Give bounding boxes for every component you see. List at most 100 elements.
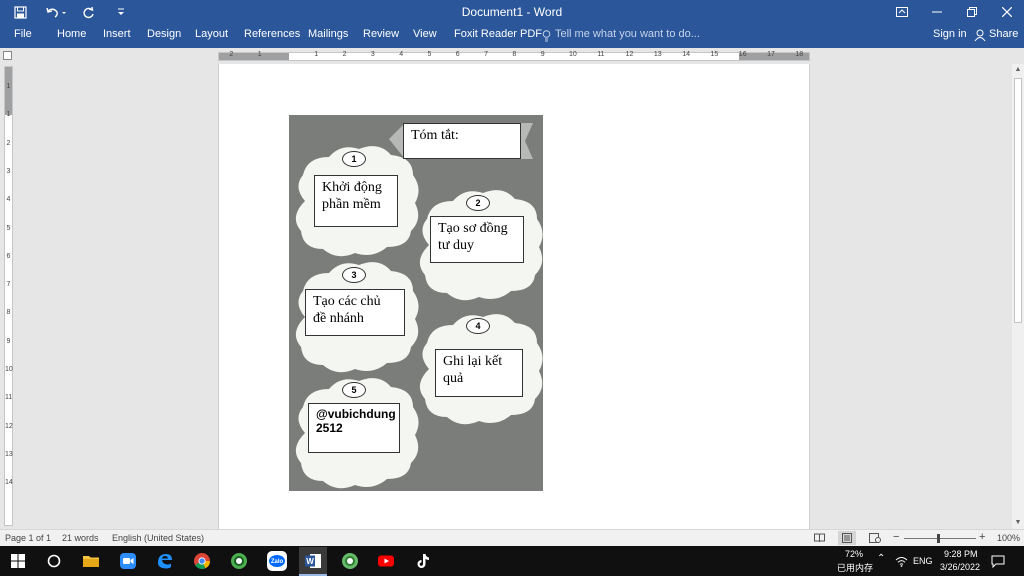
tab-view[interactable]: View xyxy=(413,28,437,40)
ruler-number: 18 xyxy=(795,51,804,58)
sign-in-link[interactable]: Sign in xyxy=(933,28,967,40)
ruler-number: 8 xyxy=(6,309,11,317)
tiktok-icon[interactable] xyxy=(414,552,432,570)
ruler-number: 14 xyxy=(682,51,690,58)
ruler-number: 15 xyxy=(710,51,719,58)
ribbon-display-options-icon[interactable] xyxy=(885,0,919,24)
ruler-number: 4 xyxy=(399,51,404,58)
tab-mailings[interactable]: Mailings xyxy=(308,28,348,40)
language-status[interactable]: English (United States) xyxy=(112,533,204,543)
tab-selector[interactable] xyxy=(3,51,12,60)
ruler-number: 5 xyxy=(6,224,11,232)
ruler-number: 2 xyxy=(342,51,347,58)
windows-start-icon[interactable] xyxy=(9,552,27,570)
restore-icon[interactable] xyxy=(955,0,989,24)
step-text-4: Ghi lại kết quả xyxy=(443,354,503,386)
ruler-number: 2 xyxy=(6,139,11,147)
ruler-number: 12 xyxy=(625,51,634,58)
horizontal-ruler[interactable]: 2 1 1 2 3 4 5 6 7 8 9 10 11 12 13 14 15 16 17 18 xyxy=(218,51,810,61)
chrome-browser-icon[interactable] xyxy=(193,552,211,570)
close-icon[interactable] xyxy=(990,0,1024,24)
zoom-app-icon[interactable] xyxy=(119,552,137,570)
title-bar: Document1 - Word xyxy=(0,0,1024,24)
tab-design[interactable]: Design xyxy=(147,28,181,40)
tab-file[interactable]: File xyxy=(14,28,32,40)
ruler-number: 8 xyxy=(512,51,517,58)
ruler-number: 9 xyxy=(6,337,11,345)
input-language[interactable]: ENG xyxy=(913,556,933,566)
step-badge-1: 1 xyxy=(342,151,366,167)
coccoc-browser-icon[interactable] xyxy=(230,552,248,570)
step-box-2[interactable]: Tạo sơ đồng tư duy xyxy=(430,216,524,263)
svg-text:Zalo: Zalo xyxy=(271,559,284,565)
word-count[interactable]: 21 words xyxy=(62,533,99,543)
step-box-3[interactable]: Tạo các chủ đề nhánh xyxy=(305,289,405,336)
tab-layout[interactable]: Layout xyxy=(195,28,228,40)
word-app-icon: W xyxy=(305,554,321,568)
mind-map-diagram[interactable]: Tóm tắt: 1 Khởi động phần mềm 2 Tạo sơ đ… xyxy=(289,115,543,491)
print-layout-icon xyxy=(842,533,852,543)
chevron-up-icon[interactable]: ⌃ xyxy=(877,553,885,564)
ruler-number: 17 xyxy=(767,51,775,58)
ruler-number: 1 xyxy=(314,51,319,58)
zoom-in-icon[interactable]: + xyxy=(979,531,985,543)
window-title: Document1 - Word xyxy=(461,5,563,19)
ruler-number: 12 xyxy=(5,422,13,430)
ruler-number: 10 xyxy=(569,51,577,58)
step-box-1[interactable]: Khởi động phần mềm xyxy=(314,175,398,227)
edge-browser-icon[interactable] xyxy=(156,552,174,570)
tab-foxit-reader-pdf[interactable]: Foxit Reader PDF xyxy=(454,28,542,40)
ruler-number: 1 xyxy=(6,83,11,90)
clock-time[interactable]: 9:28 PM xyxy=(944,549,978,559)
step-badge-4: 4 xyxy=(466,318,490,334)
zoom-slider[interactable] xyxy=(904,538,976,539)
status-bar: Page 1 of 1 21 words English (United Sta… xyxy=(0,529,1024,546)
ruler-number: 13 xyxy=(653,51,662,58)
tell-me-input[interactable]: Tell me what you want to do... xyxy=(555,28,700,40)
step-text-2: Tạo sơ đồng tư duy xyxy=(438,221,508,253)
ruler-number: 14 xyxy=(5,479,13,487)
step-box-4[interactable]: Ghi lại kết quả xyxy=(435,349,523,397)
scroll-up-icon[interactable]: ▲ xyxy=(1012,64,1024,76)
wifi-icon[interactable] xyxy=(895,556,908,567)
zalo-app-icon[interactable]: Zalo xyxy=(266,550,288,572)
coccoc-secondary-icon[interactable] xyxy=(341,552,359,570)
step-box-5[interactable]: @vubichdung 2512 xyxy=(308,403,400,453)
tab-references[interactable]: References xyxy=(244,28,300,40)
ruler-number: 6 xyxy=(455,51,460,58)
file-explorer-icon[interactable] xyxy=(82,552,100,570)
scroll-down-icon[interactable]: ▼ xyxy=(1012,517,1024,529)
zoom-slider-thumb[interactable] xyxy=(937,534,940,543)
minimize-icon[interactable] xyxy=(920,0,954,24)
ruler-number: 16 xyxy=(738,51,747,58)
notification-icon[interactable] xyxy=(991,555,1005,568)
taskbar: Zalo W 72% 已用内存 ⌃ ENG 9:28 PM 3/26/2022 xyxy=(0,546,1024,576)
zoom-level[interactable]: 100% xyxy=(997,533,1020,543)
ruler-number: 1 xyxy=(257,51,262,58)
tab-insert[interactable]: Insert xyxy=(103,28,131,40)
web-layout-icon[interactable] xyxy=(869,533,881,543)
read-mode-icon[interactable] xyxy=(814,533,825,543)
step-badge-5: 5 xyxy=(342,382,366,398)
step-badge-3: 3 xyxy=(342,267,366,283)
vertical-scrollbar[interactable]: ▲ ▼ xyxy=(1012,64,1024,529)
vertical-ruler[interactable]: 1 1 2 3 4 5 6 7 8 9 10 11 12 13 14 xyxy=(4,66,13,526)
clock-date[interactable]: 3/26/2022 xyxy=(940,562,980,572)
search-icon[interactable] xyxy=(45,552,63,570)
page-count[interactable]: Page 1 of 1 xyxy=(5,533,51,543)
scroll-thumb[interactable] xyxy=(1014,78,1022,323)
youtube-icon[interactable] xyxy=(377,552,395,570)
zoom-out-icon[interactable]: − xyxy=(893,531,899,543)
summary-box[interactable]: Tóm tắt: xyxy=(403,123,521,159)
share-button[interactable]: Share xyxy=(989,28,1018,40)
tab-review[interactable]: Review xyxy=(363,28,399,40)
word-taskbar-button[interactable]: W xyxy=(299,547,327,576)
ruler-number: 13 xyxy=(5,450,13,458)
step-text-1: Khởi động phần mềm xyxy=(322,180,382,212)
ribbon-tabs: File Home Insert Design Layout Reference… xyxy=(0,24,1024,48)
print-layout-button[interactable] xyxy=(838,531,856,545)
tab-home[interactable]: Home xyxy=(57,28,86,40)
ruler-number: 4 xyxy=(6,196,11,204)
ruler-number: 10 xyxy=(5,366,13,373)
step-text-3: Tạo các chủ đề nhánh xyxy=(313,294,381,326)
